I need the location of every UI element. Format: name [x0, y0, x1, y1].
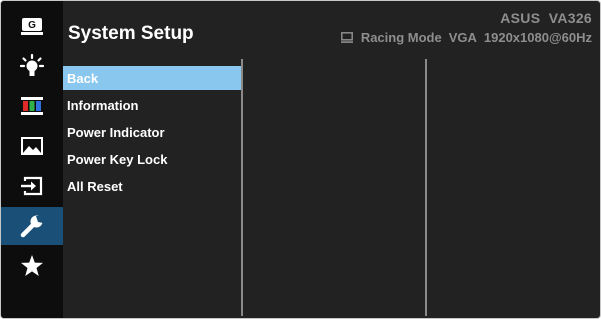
status-bar: Racing Mode VGA 1920x1080@60Hz	[340, 30, 592, 45]
input-select-icon	[21, 176, 43, 196]
sidebar: G	[1, 1, 63, 318]
input-select-button[interactable]	[1, 167, 63, 205]
star-icon	[21, 255, 43, 276]
system-setup-button[interactable]	[1, 207, 63, 245]
page-title: System Setup	[68, 23, 194, 44]
menu-item-all-reset[interactable]: All Reset	[63, 174, 241, 198]
color-icon	[21, 97, 43, 115]
menu-item-back[interactable]: Back	[63, 66, 241, 90]
menu-item-power-indicator[interactable]: Power Indicator	[63, 120, 241, 144]
image-button[interactable]	[1, 127, 63, 165]
osd-menu: G System Setup ASUS VA326 Racing Mode VG…	[0, 0, 601, 319]
splendid-button[interactable]	[1, 47, 63, 85]
column-divider-1	[241, 59, 243, 316]
color-button[interactable]	[1, 87, 63, 125]
status-mode: Racing Mode	[360, 30, 442, 45]
image-icon	[21, 137, 43, 155]
model-name: ASUS VA326	[500, 10, 592, 26]
gameplus-glyph: G	[28, 20, 36, 31]
gameplus-icon: G	[21, 18, 43, 35]
status-resolution: 1920x1080@60Hz	[483, 30, 592, 45]
my-favorite-button[interactable]	[1, 247, 63, 285]
status-input: VGA	[448, 30, 477, 45]
menu-item-power-key-lock[interactable]: Power Key Lock	[63, 147, 241, 171]
system-setup-menu: Back Information Power Indicator Power K…	[63, 66, 241, 201]
menu-item-information[interactable]: Information	[63, 93, 241, 117]
gameplus-button[interactable]: G	[1, 7, 63, 45]
splendid-icon	[20, 54, 44, 76]
system-setup-icon	[20, 215, 43, 238]
header: System Setup ASUS VA326 Racing Mode VGA …	[63, 1, 600, 53]
column-divider-2	[425, 59, 427, 316]
monitor-icon	[340, 32, 353, 43]
